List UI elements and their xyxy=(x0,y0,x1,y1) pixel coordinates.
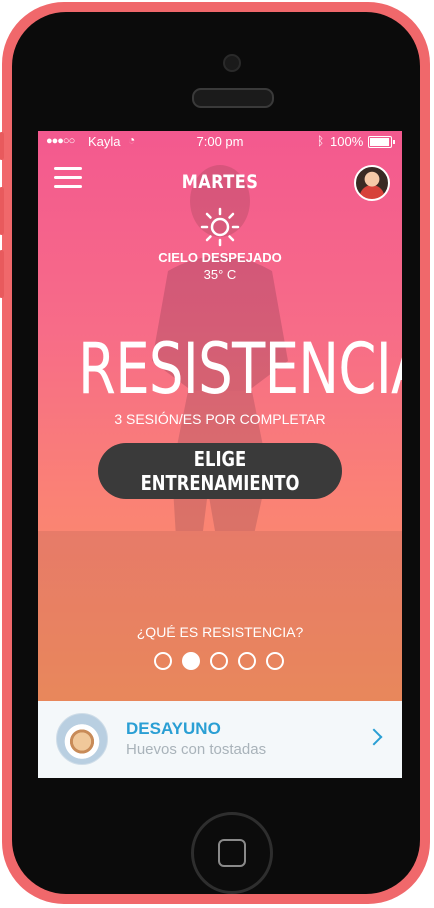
meal-card[interactable]: DESAYUNO Huevos con tostadas xyxy=(38,701,402,778)
earpiece-speaker xyxy=(192,88,274,108)
sun-icon xyxy=(200,207,240,247)
battery-percent: 100% xyxy=(330,134,364,149)
bluetooth-icon: ᛒ xyxy=(317,134,325,148)
weather-temperature: 35° C xyxy=(203,267,237,282)
page-dot-3[interactable] xyxy=(210,652,228,670)
volume-up-button xyxy=(0,187,4,235)
page-dot-2[interactable] xyxy=(182,652,200,670)
status-bar: ●●●○○ Kayla ◔ 7:00 pm ᛒ 100% xyxy=(38,131,402,153)
meal-thumbnail xyxy=(56,713,108,765)
meal-title: DESAYUNO xyxy=(126,719,221,738)
mute-switch xyxy=(0,132,4,160)
volume-down-button xyxy=(0,250,4,298)
sessions-remaining: 3 SESIÓN/ES POR COMPLETAR xyxy=(114,411,326,427)
page-dot-5[interactable] xyxy=(266,652,284,670)
choose-workout-label: ELIGE ENTRENAMIENTO xyxy=(140,447,300,495)
battery-icon xyxy=(368,136,395,148)
choose-workout-button[interactable]: ELIGE ENTRENAMIENTO xyxy=(98,443,342,499)
weather-condition: CIELO DESPEJADO xyxy=(158,250,282,265)
page-dot-4[interactable] xyxy=(238,652,256,670)
chevron-right-icon[interactable] xyxy=(365,728,383,746)
page-indicator[interactable] xyxy=(154,652,286,672)
app-screen: ●●●○○ Kayla ◔ 7:00 pm ᛒ 100% MARTES CIEL… xyxy=(38,131,402,778)
page-dot-1[interactable] xyxy=(154,652,172,670)
workout-title: RESISTENCIA xyxy=(78,328,402,410)
front-camera xyxy=(223,54,241,72)
what-is-link[interactable]: ¿QUÉ ES RESISTENCIA? xyxy=(38,624,402,640)
page-title: MARTES xyxy=(181,171,259,193)
home-button[interactable] xyxy=(191,812,273,894)
meal-subtitle: Huevos con tostadas xyxy=(126,741,267,758)
avatar[interactable] xyxy=(354,165,390,201)
